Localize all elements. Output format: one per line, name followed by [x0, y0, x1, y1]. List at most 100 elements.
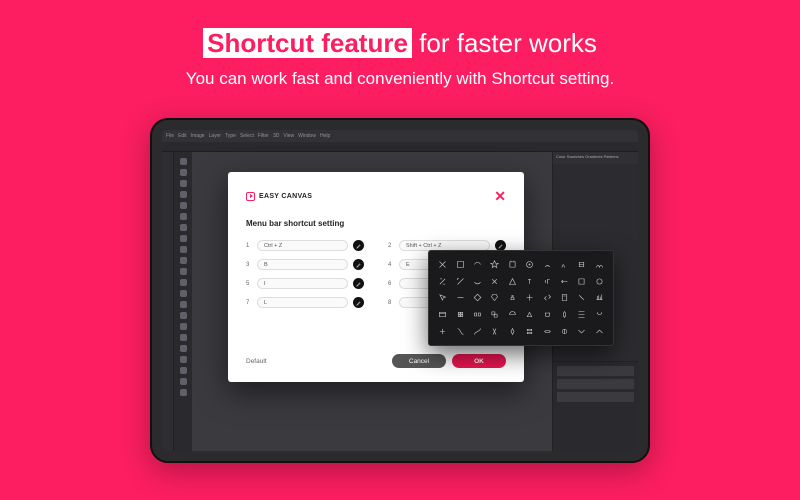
tool-slot[interactable] [180, 191, 187, 198]
sharpen-icon[interactable] [505, 324, 520, 339]
cursor-icon[interactable] [435, 291, 450, 306]
tool-slot[interactable] [180, 235, 187, 242]
patch-icon[interactable] [539, 324, 554, 339]
slice-icon[interactable] [470, 307, 485, 322]
tool-slot[interactable] [180, 246, 187, 253]
ruler-icon[interactable] [592, 291, 607, 306]
eraser-icon[interactable] [435, 274, 450, 289]
mixer-icon[interactable] [592, 324, 607, 339]
tool-slot[interactable] [180, 356, 187, 363]
hand-icon[interactable] [505, 291, 520, 306]
stamp-icon[interactable] [574, 257, 589, 272]
sponge-icon[interactable] [522, 324, 537, 339]
tablet-frame: File Edit Image LayerType Select Filter 3D View… [150, 118, 650, 463]
ok-button[interactable]: OK [452, 354, 506, 368]
tool-slot[interactable] [180, 378, 187, 385]
material-icon[interactable] [592, 307, 607, 322]
menu-item[interactable]: Window [298, 133, 316, 139]
heal-icon[interactable] [539, 257, 554, 272]
light-icon[interactable] [557, 307, 572, 322]
tool-slot[interactable] [180, 224, 187, 231]
gradient-icon[interactable] [452, 274, 467, 289]
3d-icon[interactable] [522, 307, 537, 322]
type-h-icon[interactable] [522, 274, 537, 289]
mask-icon[interactable] [505, 307, 520, 322]
eyedropper-icon[interactable] [522, 257, 537, 272]
curvature-icon[interactable] [470, 324, 485, 339]
cam-icon[interactable] [539, 307, 554, 322]
tool-slot[interactable] [180, 389, 187, 396]
ellipse-icon[interactable] [592, 274, 607, 289]
menu-item[interactable]: File [166, 133, 174, 139]
pencil-icon[interactable] [574, 324, 589, 339]
shortcut-tool-icon[interactable] [353, 297, 364, 308]
path-icon[interactable] [557, 274, 572, 289]
menu-item[interactable]: Image [191, 133, 205, 139]
polygon-icon[interactable] [470, 291, 485, 306]
tool-slot[interactable] [180, 312, 187, 319]
count-icon[interactable] [574, 291, 589, 306]
brush-icon[interactable] [557, 257, 572, 272]
magic-icon[interactable] [557, 324, 572, 339]
fgbg-icon[interactable] [487, 307, 502, 322]
cancel-button[interactable]: Cancel [392, 354, 446, 368]
quick-icon[interactable] [435, 324, 450, 339]
shortcut-tool-icon[interactable] [353, 278, 364, 289]
close-button[interactable]: ✕ [494, 188, 506, 205]
menu-item[interactable]: Filter [258, 133, 269, 139]
shortcut-tool-icon[interactable] [353, 259, 364, 270]
tool-slot[interactable] [180, 268, 187, 275]
tool-slot[interactable] [180, 180, 187, 187]
shortcut-tool-icon[interactable] [353, 240, 364, 251]
tool-slot[interactable] [180, 257, 187, 264]
crop-icon[interactable] [505, 257, 520, 272]
layer-row [557, 392, 634, 402]
tool-slot[interactable] [180, 158, 187, 165]
dodge-icon[interactable] [487, 274, 502, 289]
history-icon[interactable] [592, 257, 607, 272]
menu-item[interactable]: Edit [178, 133, 187, 139]
object-icon[interactable] [452, 324, 467, 339]
artboard-icon[interactable] [452, 307, 467, 322]
type-v-icon[interactable] [539, 274, 554, 289]
blur-icon[interactable] [470, 274, 485, 289]
shortcut-input[interactable]: I [257, 278, 348, 289]
menu-item[interactable]: 3D [273, 133, 279, 139]
menu-item[interactable]: Type [225, 133, 236, 139]
wand-icon[interactable] [487, 257, 502, 272]
tool-slot[interactable] [180, 290, 187, 297]
menu-item[interactable]: View [283, 133, 294, 139]
pen-icon[interactable] [505, 274, 520, 289]
frame-icon[interactable] [435, 307, 450, 322]
shortcut-input[interactable]: Ctrl + Z [257, 240, 348, 251]
line-icon[interactable] [452, 291, 467, 306]
note-icon[interactable] [557, 291, 572, 306]
hero-title: Shortcut feature for faster works [0, 0, 800, 59]
default-link[interactable]: Default [246, 358, 267, 365]
tool-slot[interactable] [180, 301, 187, 308]
right-panel-tabs: Color Swatches Gradients Patterns [553, 152, 638, 164]
tool-slot[interactable] [180, 367, 187, 374]
smudge-icon[interactable] [487, 324, 502, 339]
tool-slot[interactable] [180, 279, 187, 286]
marquee-icon[interactable] [452, 257, 467, 272]
menu-item[interactable]: Layer [209, 133, 222, 139]
lasso-icon[interactable] [470, 257, 485, 272]
rect-icon[interactable] [574, 274, 589, 289]
custom-icon[interactable] [487, 291, 502, 306]
tool-slot[interactable] [180, 213, 187, 220]
shortcut-input[interactable]: B [257, 259, 348, 270]
tool-slot[interactable] [180, 202, 187, 209]
menu-item[interactable]: Help [320, 133, 330, 139]
mesh-icon[interactable] [574, 307, 589, 322]
menu-item[interactable]: Select [240, 133, 254, 139]
shortcut-input[interactable]: L [257, 297, 348, 308]
brand-logo-icon [246, 192, 255, 201]
tool-slot[interactable] [180, 345, 187, 352]
tool-slot[interactable] [180, 334, 187, 341]
tool-slot[interactable] [180, 323, 187, 330]
rotate-icon[interactable] [522, 291, 537, 306]
move-icon[interactable] [435, 257, 450, 272]
zoom-icon[interactable] [539, 291, 554, 306]
tool-slot[interactable] [180, 169, 187, 176]
